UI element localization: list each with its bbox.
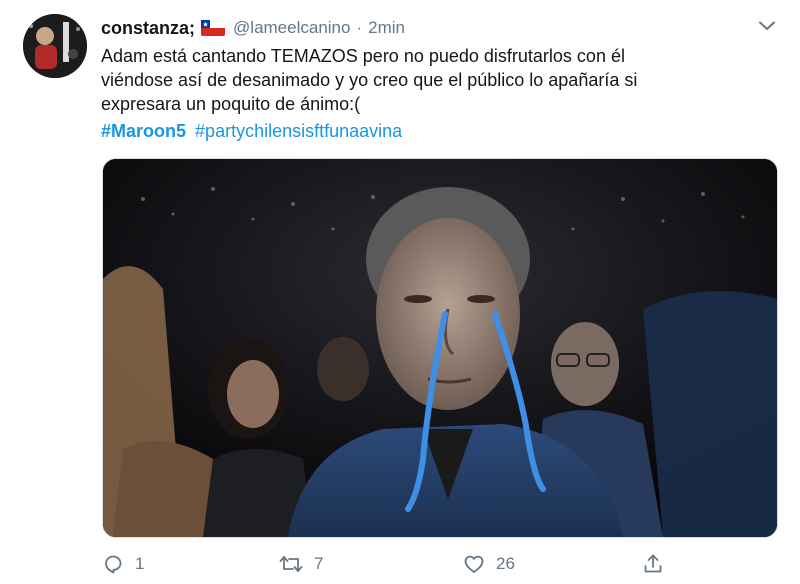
chile-flag-icon — [201, 20, 226, 36]
user-avatar[interactable] — [23, 14, 87, 78]
tweet-text-line: expresara un poquito de ánimo:( — [101, 94, 361, 114]
retweet-button[interactable]: 7 — [278, 550, 323, 578]
author-display-name[interactable]: constanza; — [101, 18, 195, 39]
tweet-header: constanza; @lameelcanino · 2min — [101, 16, 405, 40]
tweet-actions: 1 7 26 — [101, 550, 681, 578]
share-icon — [644, 554, 662, 573]
tweet-media-photo[interactable] — [102, 158, 778, 538]
concert-photo — [103, 159, 777, 537]
tweet-card: constanza; @lameelcanino · 2min Adam est… — [0, 0, 800, 584]
hashtag-link-partychilensis[interactable]: #partychilensisftfunaavina — [195, 121, 402, 141]
heart-icon — [464, 555, 484, 573]
reply-count: 1 — [135, 554, 145, 573]
retweet-count: 7 — [314, 554, 324, 573]
reply-button[interactable]: 1 — [101, 550, 144, 578]
hashtag-link-maroon5[interactable]: #Maroon5 — [101, 121, 186, 141]
like-button[interactable]: 26 — [462, 550, 515, 578]
tweet-text: Adam está cantando TEMAZOS pero no puedo… — [101, 44, 781, 116]
hashtag-row: #Maroon5 #partychilensisftfunaavina — [101, 119, 402, 143]
avatar-image — [23, 14, 87, 78]
tweet-text-line: viéndose así de desanimado y yo creo que… — [101, 70, 638, 90]
tweet-timestamp[interactable]: 2min — [368, 18, 405, 38]
chevron-down-icon[interactable] — [755, 14, 779, 38]
like-count: 26 — [496, 554, 515, 573]
author-handle[interactable]: @lameelcanino — [233, 18, 350, 38]
retweet-icon — [279, 556, 303, 572]
tweet-text-line: Adam está cantando TEMAZOS pero no puedo… — [101, 46, 625, 66]
header-separator: · — [356, 18, 363, 37]
reply-icon — [105, 555, 122, 574]
share-button[interactable] — [641, 550, 665, 578]
